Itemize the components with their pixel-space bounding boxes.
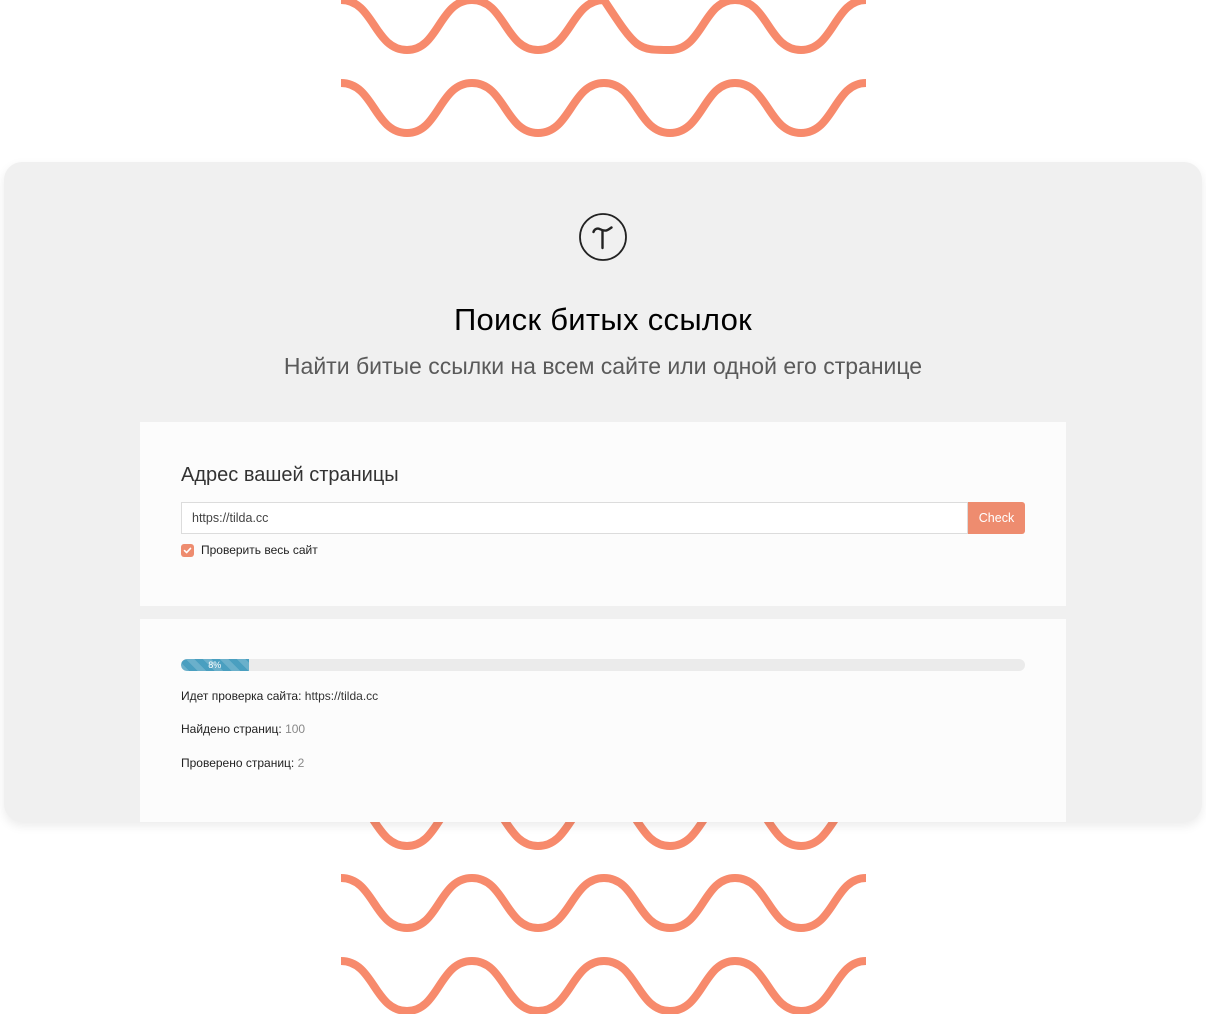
progress-panel: 8% Идет проверка сайта: https://tilda.cc… — [140, 619, 1066, 822]
main-card: Поиск битых ссылок Найти битые ссылки на… — [4, 162, 1202, 822]
check-button[interactable]: Check — [968, 502, 1025, 534]
check-whole-site-option[interactable]: Проверить весь сайт — [181, 543, 318, 557]
wave-decoration — [340, 873, 867, 933]
checking-label: Идет проверка сайта: — [181, 689, 302, 703]
pages-checked: Проверено страниц: 2 — [181, 756, 304, 770]
page: Поиск битых ссылок Найти битые ссылки на… — [0, 0, 1206, 1014]
tilda-logo-icon — [579, 213, 627, 261]
checking-url: https://tilda.cc — [304, 689, 379, 703]
checking-status: Идет проверка сайта: https://tilda.cc — [181, 689, 378, 703]
page-subtitle: Найти битые ссылки на всем сайте или одн… — [283, 353, 923, 379]
url-form-panel: Адрес вашей страницы Check Проверить вес… — [140, 422, 1066, 606]
wave-decoration — [340, 0, 867, 55]
wave-decoration — [340, 78, 867, 138]
wave-decoration — [340, 956, 867, 1014]
url-input[interactable] — [181, 502, 968, 534]
progress-bar: 8% — [181, 659, 1025, 671]
progress-bar-fill: 8% — [181, 659, 249, 671]
page-title: Поиск битых ссылок — [453, 302, 753, 337]
url-field-label: Адрес вашей страницы — [181, 464, 399, 486]
pages-checked-value: 2 — [297, 756, 305, 770]
pages-found-value: 100 — [285, 722, 306, 736]
pages-checked-label: Проверено страниц: — [181, 756, 295, 770]
checkmark-icon — [183, 547, 192, 553]
progress-percent-label: 8% — [208, 660, 222, 670]
checkbox-checked-icon[interactable] — [181, 543, 194, 557]
pages-found-label: Найдено страниц: — [181, 722, 282, 736]
checkbox-label: Проверить весь сайт — [201, 543, 318, 557]
pages-found: Найдено страниц: 100 — [181, 722, 305, 736]
